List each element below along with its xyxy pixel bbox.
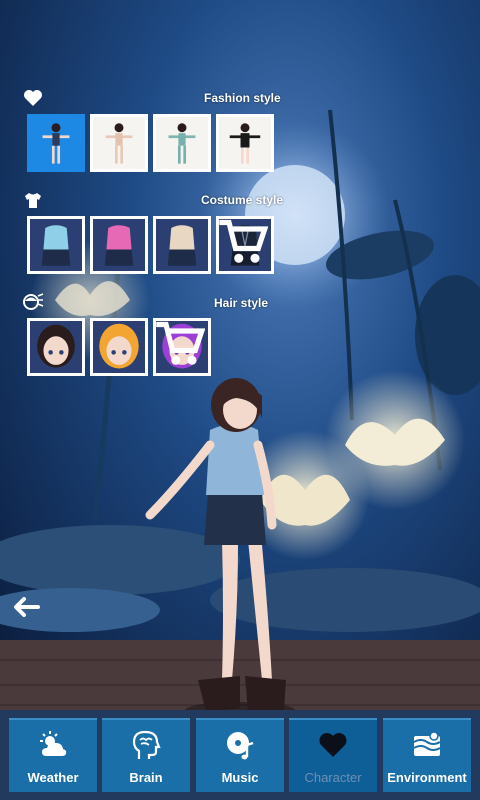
hair-option-2[interactable] [90,318,148,376]
fashion-style-title: Fashion style [204,91,281,105]
hair-style-options [27,318,211,376]
costume-style-title: Costume style [201,193,284,207]
fashion-option-4[interactable] [216,114,274,172]
fashion-option-3[interactable] [153,114,211,172]
nav-environment-label: Environment [387,770,467,785]
outfit-preview-icon [168,123,196,164]
shopping-cart-icon [219,219,268,263]
fashion-style-options [27,114,274,172]
costume-style-options [27,216,274,274]
outfit-preview-icon [42,123,70,164]
hair-option-1[interactable] [27,318,85,376]
nav-music-label: Music [221,770,259,785]
fashion-option-1[interactable] [27,114,85,172]
environment-icon [410,728,444,762]
heart-icon [316,728,350,762]
nav-brain-label: Brain [129,770,163,785]
outfit-preview-icon [229,123,261,164]
costume-option-2[interactable] [90,216,148,274]
nav-weather-label: Weather [27,770,79,785]
shirt-icon [22,189,44,211]
shopping-cart-icon [156,321,205,365]
costume-option-3[interactable] [153,216,211,274]
outfit-preview-icon [105,123,133,164]
nav-music-button[interactable]: Music [196,718,284,792]
weather-icon [36,728,70,762]
nav-environment-button[interactable]: Environment [383,718,471,792]
nav-brain-button[interactable]: Brain [102,718,190,792]
hair-style-icon [22,292,44,314]
hair-option-3[interactable] [153,318,211,376]
heart-icon [22,87,44,109]
costume-preview-icon [104,225,134,266]
back-button[interactable] [8,592,44,622]
costume-option-1[interactable] [27,216,85,274]
costume-preview-icon [167,225,197,266]
hair-preview-icon [37,324,75,368]
costume-option-4[interactable] [216,216,274,274]
nav-character-button[interactable]: Character [289,718,377,792]
costume-preview-icon [41,225,71,266]
music-icon [223,728,257,762]
nav-weather-button[interactable]: Weather [9,718,97,792]
bottom-navigation: Weather Brain Music Character Environmen… [0,710,480,800]
hair-preview-icon [99,323,139,369]
hair-style-title: Hair style [214,296,269,310]
back-arrow-icon [14,597,40,617]
fashion-option-2[interactable] [90,114,148,172]
brain-icon [129,728,163,762]
nav-character-label: Character [304,770,362,785]
